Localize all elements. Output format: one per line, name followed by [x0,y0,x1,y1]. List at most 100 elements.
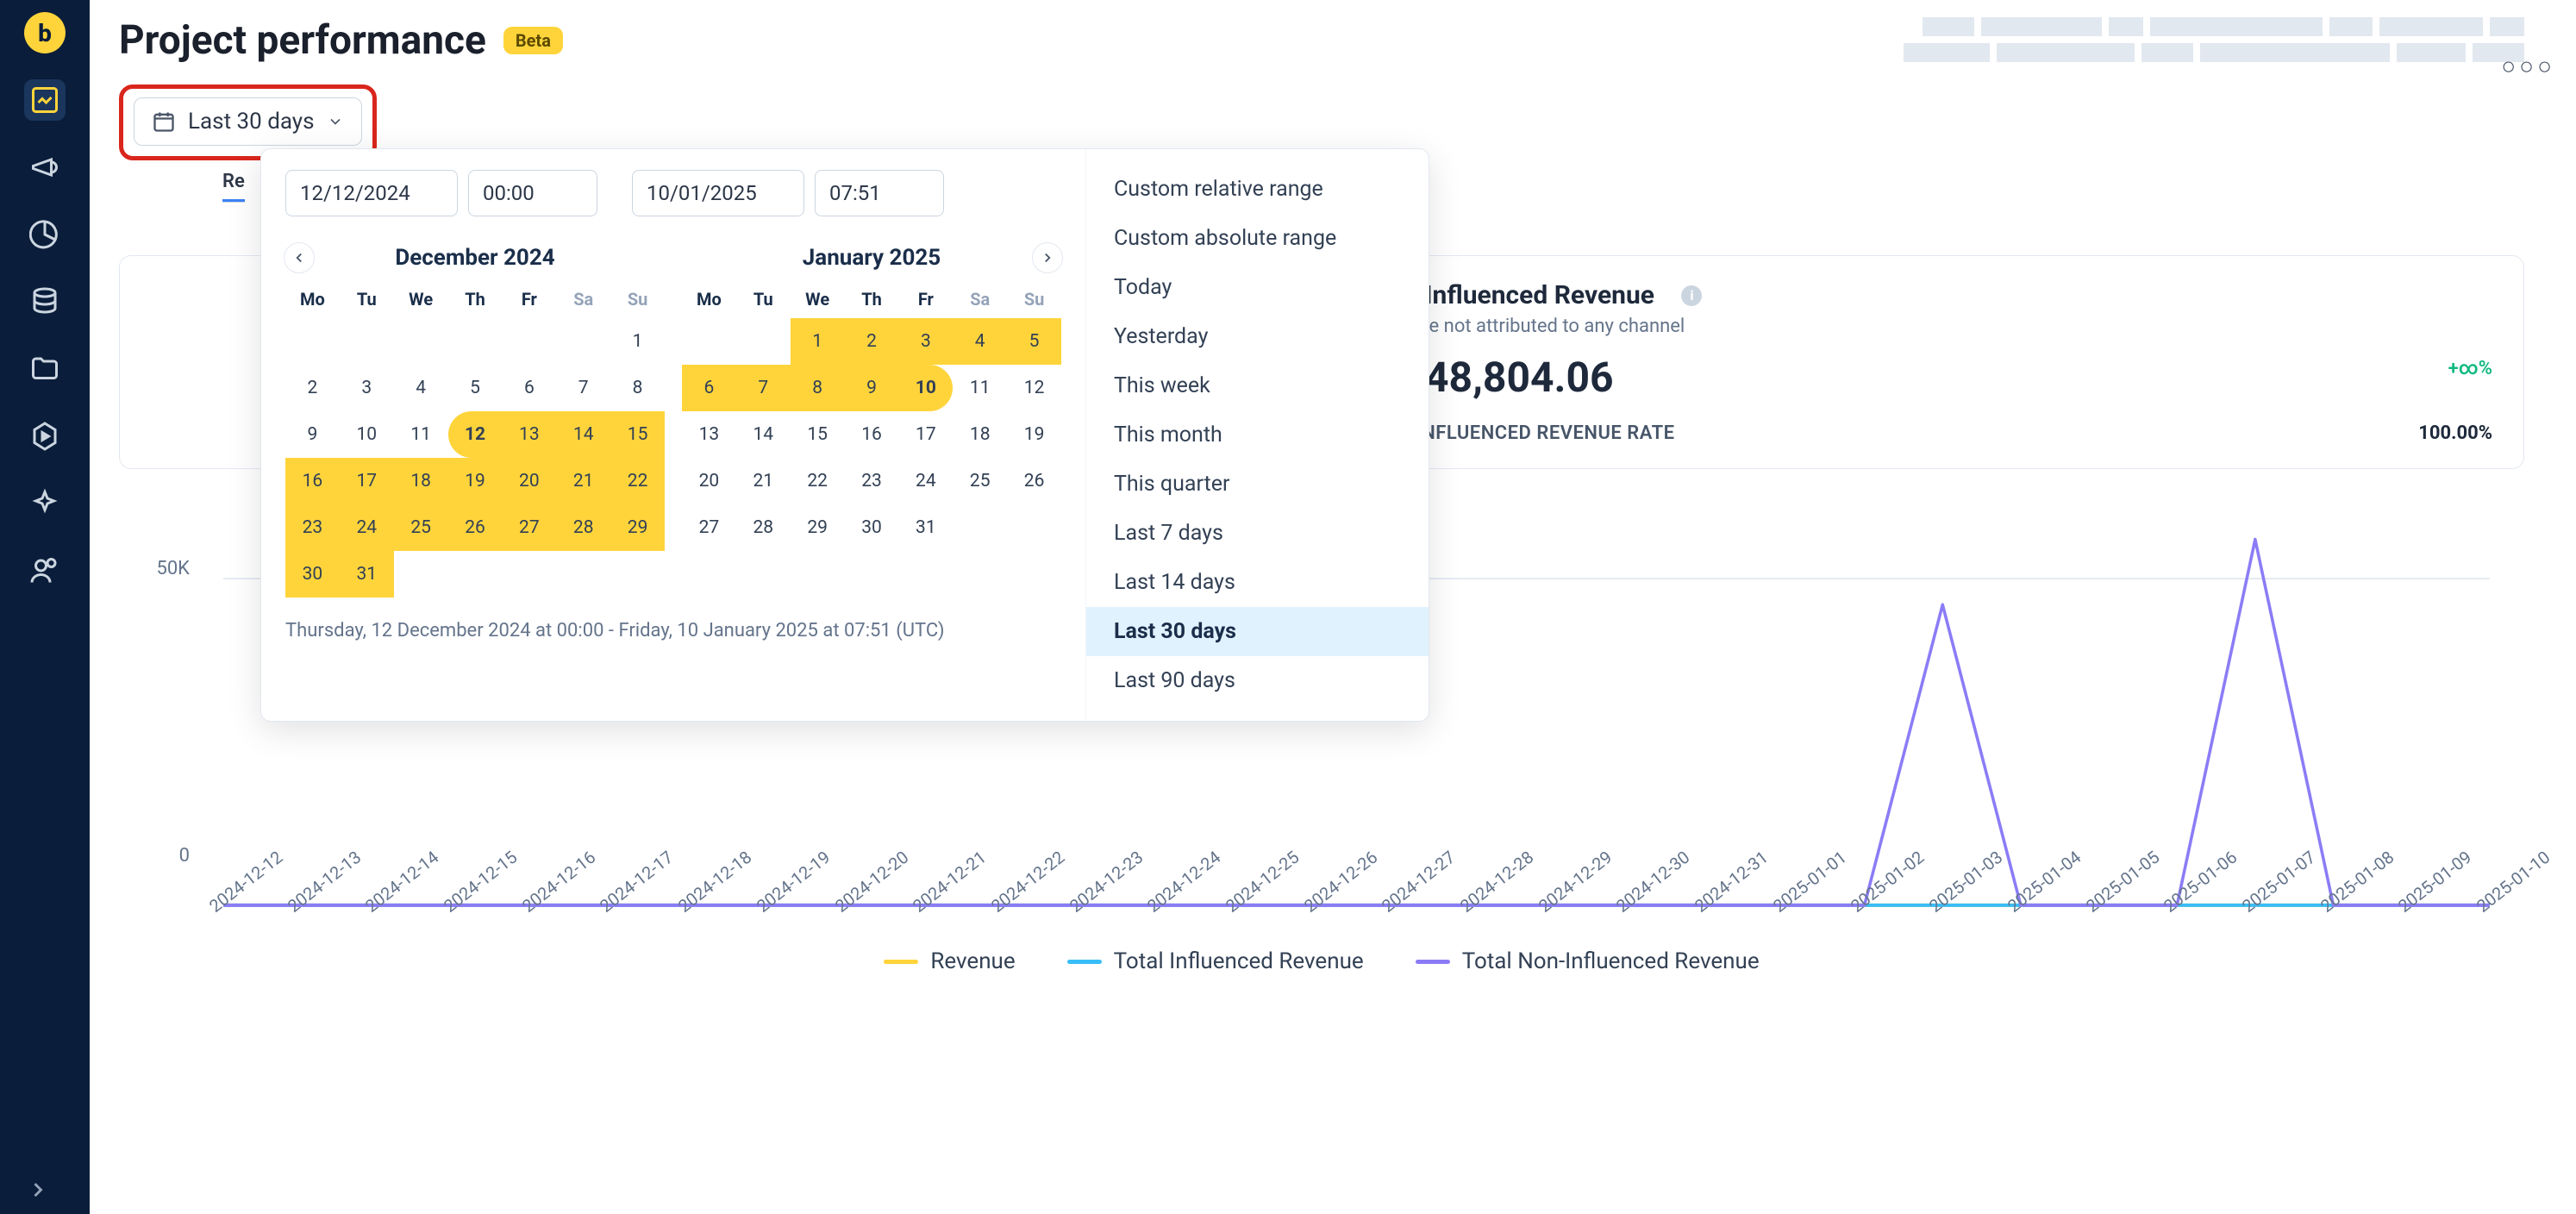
folder-icon[interactable] [24,348,66,390]
calendar-day[interactable]: 28 [736,504,791,551]
calendar-day[interactable]: 22 [610,458,665,504]
calendar-day[interactable]: 11 [394,411,448,458]
calendar-day[interactable]: 1 [610,318,665,365]
sparkle-icon[interactable] [24,483,66,524]
calendar-day[interactable]: 25 [394,504,448,551]
calendar-day[interactable]: 2 [845,318,899,365]
start-date-input[interactable] [285,170,458,216]
calendar-day[interactable]: 23 [845,458,899,504]
calendar-day[interactable]: 16 [285,458,340,504]
calendar-day[interactable]: 29 [791,504,845,551]
calendar-day[interactable]: 10 [898,365,953,411]
preset-option[interactable]: Yesterday [1086,312,1429,361]
brand-logo[interactable]: b [24,12,66,53]
preset-option[interactable]: Today [1086,263,1429,312]
calendar-day[interactable]: 5 [1007,318,1061,365]
calendar-day[interactable]: 9 [845,365,899,411]
calendar-day[interactable]: 16 [845,411,899,458]
chevron-down-icon [327,113,344,130]
calendar-day[interactable]: 12 [1007,365,1061,411]
calendar-day[interactable]: 12 [448,411,503,458]
calendar-day[interactable]: 10 [340,411,394,458]
calendar-day[interactable]: 5 [448,365,503,411]
calendar-day[interactable]: 20 [682,458,736,504]
calendar-day[interactable]: 26 [1007,458,1061,504]
calendar-day[interactable]: 3 [340,365,394,411]
calendar-day [682,318,736,365]
prev-month-button[interactable] [284,242,315,273]
next-month-button[interactable] [1032,242,1063,273]
calendar-day[interactable]: 14 [736,411,791,458]
calendar-day[interactable]: 31 [340,551,394,598]
calendar-day[interactable]: 19 [448,458,503,504]
calendar-day[interactable]: 23 [285,504,340,551]
y-axis-tick: 0 [179,845,190,867]
calendar-day[interactable]: 17 [898,411,953,458]
calendar-day[interactable]: 15 [791,411,845,458]
dow-header: We [394,289,448,310]
calendar-day[interactable]: 27 [502,504,556,551]
calendar-day[interactable]: 4 [953,318,1007,365]
preset-option[interactable]: This week [1086,361,1429,410]
calendar-day[interactable]: 31 [898,504,953,551]
dow-header: Fr [502,289,556,310]
calendar-day[interactable]: 2 [285,365,340,411]
calendar-day[interactable]: 24 [340,504,394,551]
database-icon[interactable] [24,281,66,322]
preset-option[interactable]: Custom absolute range [1086,214,1429,263]
end-time-input[interactable] [815,170,944,216]
calendar-day[interactable]: 20 [502,458,556,504]
calendar-day[interactable]: 6 [682,365,736,411]
calendar-day[interactable]: 29 [610,504,665,551]
expand-sidebar-icon[interactable] [26,1178,50,1205]
play-polygon-icon[interactable] [24,416,66,457]
calendar-day[interactable]: 6 [502,365,556,411]
date-range-button[interactable]: Last 30 days [134,97,362,146]
calendar-day[interactable]: 18 [394,458,448,504]
calendar-day[interactable]: 8 [791,365,845,411]
calendar-day[interactable]: 13 [682,411,736,458]
calendar-day[interactable]: 30 [845,504,899,551]
preset-option[interactable]: Custom relative range [1086,165,1429,214]
calendar-day[interactable]: 7 [556,365,610,411]
preset-option[interactable]: Last 30 days [1086,607,1429,656]
month-left: December 2024 MoTuWeThFrSaSu 12345678910… [285,241,665,598]
preset-option[interactable]: Last 7 days [1086,509,1429,558]
calendar-day[interactable]: 11 [953,365,1007,411]
calendar-day[interactable]: 27 [682,504,736,551]
tab-revenue[interactable]: Re [222,171,245,202]
calendar-day[interactable]: 25 [953,458,1007,504]
calendar-day[interactable]: 15 [610,411,665,458]
calendar-day[interactable]: 13 [502,411,556,458]
megaphone-icon[interactable] [24,147,66,188]
calendar-day[interactable]: 8 [610,365,665,411]
preset-option[interactable]: Last 90 days [1086,656,1429,705]
calendar-day[interactable]: 1 [791,318,845,365]
calendar-day[interactable]: 19 [1007,411,1061,458]
users-icon[interactable] [24,550,66,591]
calendar-day[interactable]: 3 [898,318,953,365]
more-menu-icon[interactable]: ○○○ [2501,52,2555,80]
calendar-day[interactable]: 4 [394,365,448,411]
calendar-day[interactable]: 28 [556,504,610,551]
preset-option[interactable]: Last 14 days [1086,558,1429,607]
info-icon[interactable]: i [1681,285,1702,306]
calendar-day[interactable]: 7 [736,365,791,411]
preset-option[interactable]: This month [1086,410,1429,460]
calendar-day[interactable]: 26 [448,504,503,551]
calendar-day [285,318,340,365]
calendar-day[interactable]: 21 [556,458,610,504]
calendar-day[interactable]: 30 [285,551,340,598]
start-time-input[interactable] [468,170,597,216]
preset-option[interactable]: This quarter [1086,460,1429,509]
calendar-day[interactable]: 9 [285,411,340,458]
calendar-day[interactable]: 17 [340,458,394,504]
end-date-input[interactable] [632,170,804,216]
calendar-day[interactable]: 24 [898,458,953,504]
calendar-day[interactable]: 22 [791,458,845,504]
calendar-day[interactable]: 14 [556,411,610,458]
pie-chart-icon[interactable] [24,214,66,255]
calendar-day[interactable]: 21 [736,458,791,504]
calendar-day[interactable]: 18 [953,411,1007,458]
dashboard-icon[interactable] [24,79,66,121]
